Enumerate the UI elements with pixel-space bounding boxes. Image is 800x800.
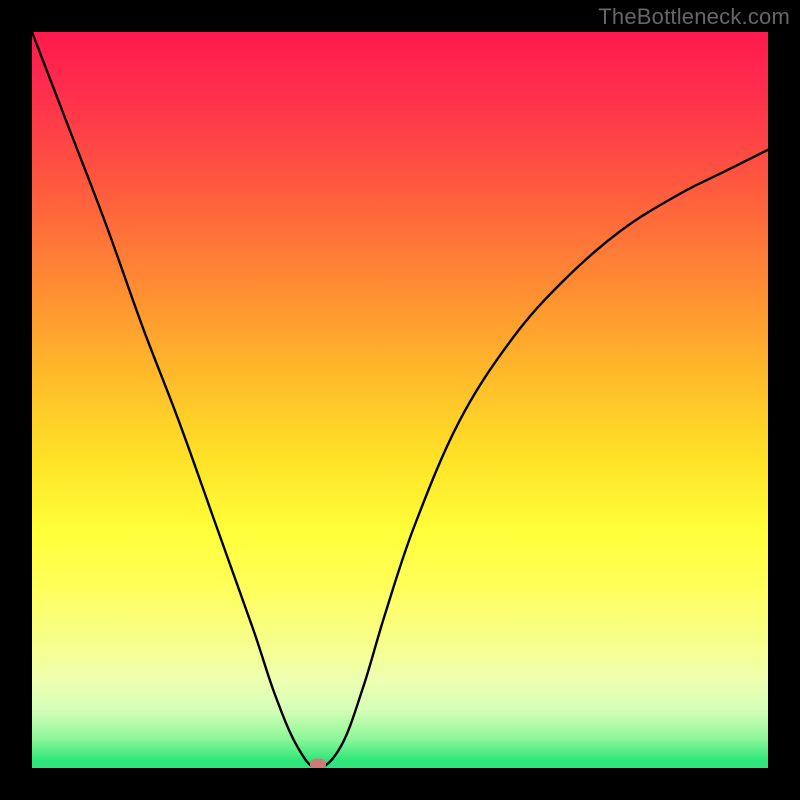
bottleneck-curve <box>32 32 768 768</box>
plot-area <box>32 32 768 768</box>
chart-stage: TheBottleneck.com <box>0 0 800 800</box>
optimal-marker <box>310 759 326 768</box>
watermark-text: TheBottleneck.com <box>598 4 790 30</box>
